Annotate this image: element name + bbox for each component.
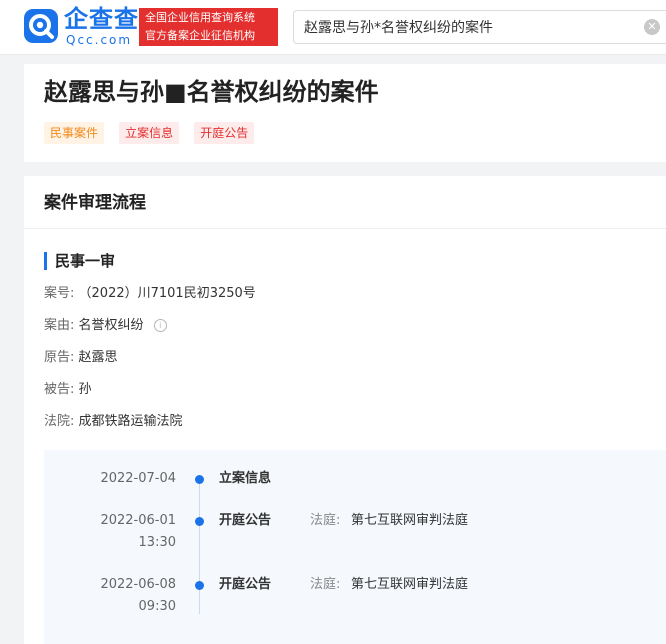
tag-filing-info[interactable]: 立案信息 [119,122,180,144]
event-date: 2022-06-08 09:30 [44,574,176,618]
search-input[interactable] [304,17,624,37]
field-label: 案号: [44,286,75,301]
event-day: 2022-07-04 [100,471,176,486]
logo-domain: Qcc.com [66,33,133,47]
field-value[interactable]: 成都铁路运输法院 [79,414,183,429]
event-court: 第七互联网审判法庭 [351,513,469,528]
case-process-card: 案件审理流程 民事一审 案号: （2022）川7101民初3250号 案由: 名… [24,176,666,644]
field-case-number: 案号: （2022）川7101民初3250号 [44,284,256,304]
logo-icon[interactable] [24,9,58,43]
event-type[interactable]: 开庭公告 [219,574,271,596]
case-tags: 民事案件 立案信息 开庭公告 [44,122,264,144]
event-date: 2022-07-04 [44,468,176,490]
event-court: 第七互联网审判法庭 [351,577,469,592]
event-day: 2022-06-01 [100,513,176,528]
info-icon[interactable]: i [153,319,167,332]
section-divider [24,228,666,229]
section-title: 案件审理流程 [44,193,146,213]
field-plaintiff: 原告: 赵露思 [44,348,118,368]
field-court: 法院: 成都铁路运输法院 [44,412,183,432]
field-label: 案由: [44,318,75,333]
field-value: （2022）川7101民初3250号 [78,286,256,301]
event-time: 13:30 [138,535,176,550]
field-label: 法院: [44,414,75,429]
field-defendant: 被告: 孙 [44,380,92,400]
top-header: 企查查 Qcc.com 全国企业信用查询系统 官方备案企业征信机构 ✕ [0,0,666,55]
field-value: 名誉权纠纷 [78,318,144,333]
field-value[interactable]: 赵露思 [79,350,118,365]
tag-civil-case[interactable]: 民事案件 [44,122,105,144]
slogan-line-1: 全国企业信用查询系统 [145,11,255,24]
timeline-event: 2022-06-08 09:30 开庭公告 法庭: 第七互联网审判法庭 [44,574,666,618]
slogan-line-2: 官方备案企业征信机构 [145,29,255,42]
event-date: 2022-06-01 13:30 [44,510,176,554]
timeline-panel: 2022-07-04 立案信息 2022-06-01 13:30 开庭公告 法庭… [44,450,666,644]
timeline-event: 2022-06-01 13:30 开庭公告 法庭: 第七互联网审判法庭 [44,510,666,554]
field-cause: 案由: 名誉权纠纷 i [44,316,167,336]
case-title: 赵露思与孙■名誉权纠纷的案件 [44,78,379,106]
field-value[interactable]: 孙 [79,382,92,397]
logo-text[interactable]: 企查查 [64,4,139,34]
slogan-badge: 全国企业信用查询系统 官方备案企业征信机构 [139,8,278,46]
timeline-event: 2022-07-04 立案信息 [44,468,666,512]
event-time: 09:30 [138,599,176,614]
search-box[interactable]: ✕ [293,10,666,44]
clear-icon[interactable]: ✕ [644,19,660,35]
stage-title: 民事一审 [44,252,115,270]
case-header-card: 赵露思与孙■名誉权纠纷的案件 民事案件 立案信息 开庭公告 [24,64,666,162]
event-day: 2022-06-08 [100,577,176,592]
event-court-label: 法庭: [310,577,341,592]
field-label: 原告: [44,350,75,365]
field-label: 被告: [44,382,75,397]
timeline-dot-icon [195,475,204,484]
event-type[interactable]: 开庭公告 [219,510,271,532]
event-court-label: 法庭: [310,513,341,528]
timeline-dot-icon [195,581,204,590]
timeline-dot-icon [195,517,204,526]
tag-hearing-notice[interactable]: 开庭公告 [194,122,255,144]
event-type[interactable]: 立案信息 [219,468,271,490]
